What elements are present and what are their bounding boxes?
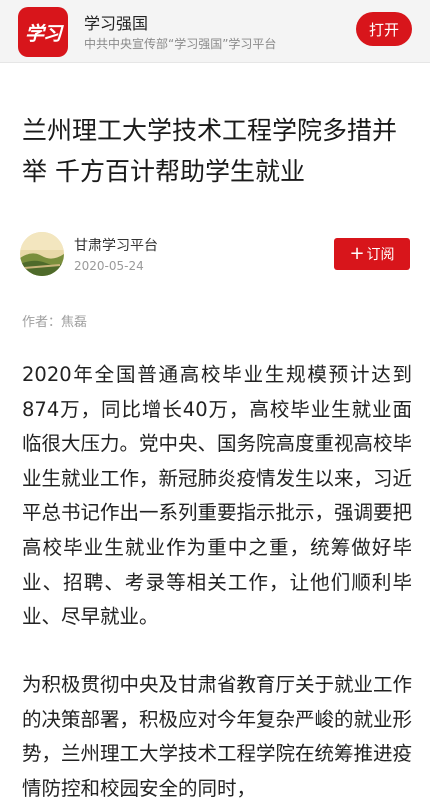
app-name: 学习强国 [84,14,149,33]
subscribe-button[interactable]: + 订阅 [334,238,410,270]
source-name[interactable]: 甘肃学习平台 [74,235,158,255]
article-paragraph: 为积极贯彻中央及甘肃省教育厅关于就业工作的决策部署，积极应对今年复杂严峻的就业形… [22,673,413,800]
source-avatar[interactable] [20,232,64,276]
subscribe-label: 订阅 [366,247,395,263]
open-app-button[interactable]: 打开 [356,12,412,46]
app-banner: 学习 学习强国 中共中央宣传部“学习强国”学习平台 打开 [0,0,430,63]
author-line: 作者：焦磊 [22,315,88,330]
landscape-icon [20,232,64,276]
plus-icon: + [349,243,365,264]
app-subtitle: 中共中央宣传部“学习强国”学习平台 [84,37,277,51]
app-logo[interactable]: 学习 [18,7,68,57]
article-paragraph: 2020年全国普通高校毕业生规模预计达到874万，同比增长40万，高校毕业生就业… [22,363,413,629]
article-title: 兰州理工大学技术工程学院多措并举 千方百计帮助学生就业 [22,116,398,186]
publish-date: 2020-05-24 [74,259,144,273]
